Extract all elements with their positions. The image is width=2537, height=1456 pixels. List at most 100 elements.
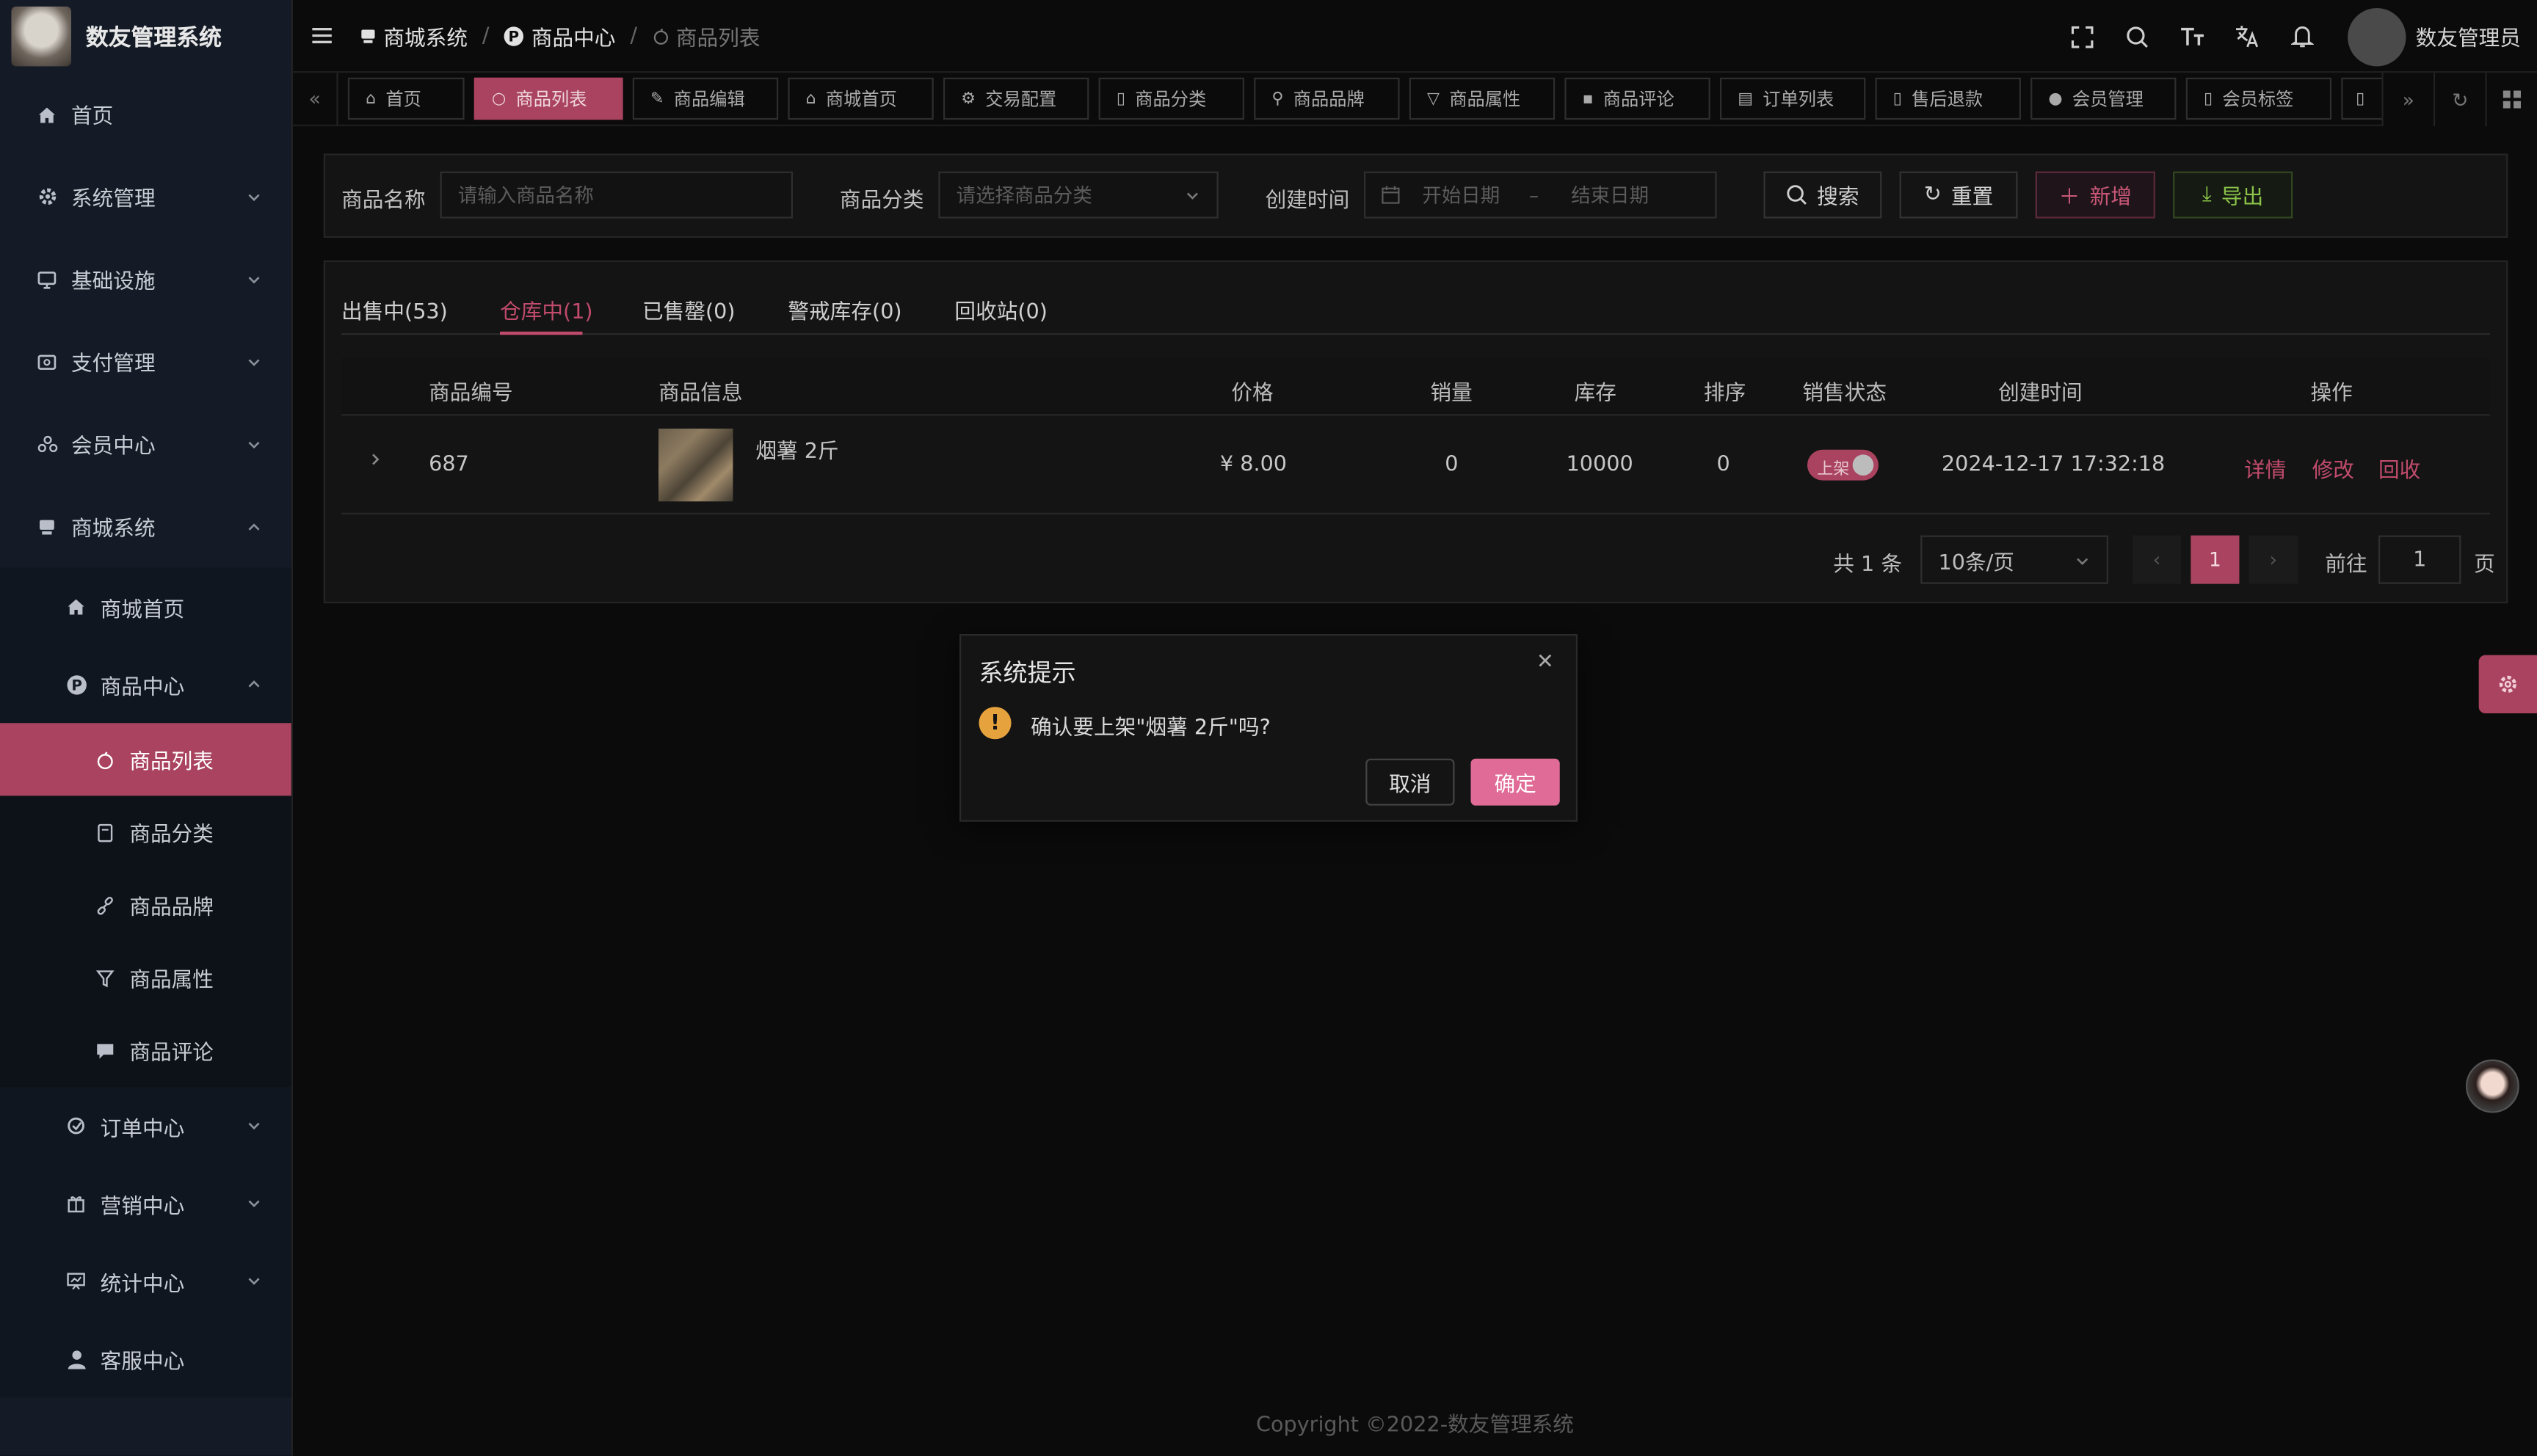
assistant-avatar[interactable] [2466,1059,2519,1113]
sidebar-item-infra[interactable]: 基础设施 [0,238,291,320]
sidebar-item-product-comment[interactable]: 商品评论 [0,1013,291,1088]
prev-page-button[interactable]: ‹ [2133,535,2182,584]
product-center-icon: P [504,25,525,46]
sidebar-item-product-brand[interactable]: 商品品牌 [0,868,291,942]
recycle-link[interactable]: 回收 [2378,453,2420,484]
app-root: 数友管理系统 首页 系统管理 基础设施 支付管理 会员中心 商城系统 商城首页 … [0,0,2537,1456]
tag-product-list[interactable]: ○ 商品列表 [473,77,623,120]
tag-after-sale[interactable]: ▯ 售后退款 [1875,77,2021,120]
filter-icon: ▽ [1427,90,1440,108]
user-name[interactable]: 数友管理员 [2416,21,2521,52]
goto-page-input[interactable]: 1 [2378,535,2461,584]
page-size-select[interactable]: 10条/页 [1920,535,2108,584]
cancel-button[interactable]: 取消 [1365,758,1455,806]
translate-icon[interactable] [2231,21,2263,53]
calendar-icon [1382,186,1400,204]
tag-product-brand[interactable]: ⚲ 商品品牌 [1254,77,1400,120]
font-size-icon[interactable] [2176,21,2208,53]
name-label: 商品名称 [341,189,426,214]
tag-home[interactable]: ⌂ 首页 [347,77,465,120]
goto-label: 前往 [2325,553,2367,578]
tags-bar-controls: » ↻ [2381,73,2537,126]
refresh-icon[interactable]: ↻ [2433,73,2486,126]
sidebar-item-product-attribute[interactable]: 商品属性 [0,941,291,1014]
avatar[interactable] [2348,7,2406,66]
search-icon[interactable] [2122,21,2154,53]
double-chevron-left-icon[interactable]: « [293,72,338,125]
sidebar-item-mall-home[interactable]: 商城首页 [0,567,291,646]
logo[interactable]: 数友管理系统 [0,0,291,73]
double-chevron-right-icon[interactable]: » [2381,73,2433,126]
download-icon: ⤓ [2202,183,2212,208]
bell-icon[interactable] [2286,21,2318,53]
hamburger-icon[interactable] [311,24,333,47]
sidebar-item-service-center[interactable]: 客服中心 [0,1320,291,1398]
tab-recycle-bin[interactable]: 回收站(0) [954,294,1048,325]
breadcrumb-item[interactable]: 商城系统 [359,21,468,51]
sidebar-item-mall[interactable]: 商城系统 [0,485,291,567]
tab-in-warehouse[interactable]: 仓库中(1) [500,294,593,325]
tab-low-stock[interactable]: 警戒库存(0) [788,294,901,325]
add-button[interactable]: ＋ 新增 [2035,171,2155,219]
chevron-up-icon [246,676,262,692]
tag-member-manage[interactable]: ● 会员管理 [2030,77,2177,120]
end-date-input[interactable]: 结束日期 [1571,181,1649,208]
sidebar-item-product-list[interactable]: 商品列表 [0,723,291,796]
detail-link[interactable]: 详情 [2244,453,2286,484]
product-sort: 0 [1716,453,1730,478]
expand-row-icon[interactable] [367,451,383,467]
grid-icon[interactable] [2485,73,2537,126]
tag-trade-config[interactable]: ⚙ 交易配置 [943,77,1089,120]
search-button-label: 搜索 [1817,186,1859,211]
gear-icon [2497,673,2519,696]
page-number-current[interactable]: 1 [2191,535,2240,584]
search-button[interactable]: 搜索 [1763,171,1882,219]
tag-product-comment[interactable]: ▪ 商品评论 [1564,77,1710,120]
sale-status-switch[interactable]: 上架 [1807,449,1879,481]
settings-button[interactable] [2478,655,2537,714]
fullscreen-icon[interactable] [2066,21,2099,53]
chevron-down-icon [246,271,262,287]
edit-link[interactable]: 修改 [2312,453,2354,484]
category-select[interactable]: 请选择商品分类 [938,171,1219,219]
product-name: 烟薯 2斤 [755,440,839,465]
tag-mall-home[interactable]: ⌂ 商城首页 [788,77,934,120]
chevron-down-icon [246,189,262,205]
tag-product-edit[interactable]: ✎ 商品编辑 [632,77,779,120]
tag-more[interactable]: ▯ [2341,77,2387,120]
tag-member-label[interactable]: ▯ 会员标签 [2185,77,2332,120]
tag-order-list[interactable]: ▤ 订单列表 [1719,77,1866,120]
user-icon [65,1347,87,1370]
sidebar-item-home[interactable]: 首页 [0,73,291,155]
confirm-button[interactable]: 确定 [1470,758,1560,806]
export-button[interactable]: ⤓ 导出 [2173,171,2293,219]
sidebar-item-payment[interactable]: 支付管理 [0,320,291,402]
tag-product-attribute[interactable]: ▽ 商品属性 [1409,77,1556,120]
sidebar-item-order-center[interactable]: 订单中心 [0,1087,291,1165]
total-count: 共 1 条 [1833,553,1903,578]
sidebar-item-product-center[interactable]: P 商品中心 [0,645,291,724]
product-sales: 0 [1445,453,1459,478]
document-icon: ▯ [2356,90,2365,108]
close-icon[interactable]: ✕ [1534,651,1556,674]
start-date-input[interactable]: 开始日期 [1422,181,1500,208]
next-page-button[interactable]: › [2249,535,2298,584]
product-thumbnail[interactable] [658,429,733,502]
tab-on-sale[interactable]: 出售中(53) [341,294,448,325]
monitor-icon [35,268,58,291]
refresh-icon: ↻ [1923,183,1942,208]
sidebar-item-marketing-center[interactable]: 营销中心 [0,1164,291,1242]
date-range-picker[interactable]: 开始日期 – 结束日期 [1364,171,1717,219]
category-label: 商品分类 [839,189,924,214]
chart-icon [65,1270,87,1292]
product-name-input[interactable]: 请输入商品名称 [440,171,794,219]
breadcrumb-separator: / [482,23,490,48]
sidebar-item-stats-center[interactable]: 统计中心 [0,1242,291,1320]
tab-sold-out[interactable]: 已售罄(0) [642,294,736,325]
sidebar-item-system[interactable]: 系统管理 [0,156,291,238]
sidebar-item-members[interactable]: 会员中心 [0,403,291,485]
breadcrumb-item[interactable]: P 商品中心 [504,21,615,51]
reset-button[interactable]: ↻ 重置 [1899,171,2018,219]
sidebar-item-product-category[interactable]: 商品分类 [0,796,291,869]
tag-product-category[interactable]: ▯ 商品分类 [1098,77,1244,120]
